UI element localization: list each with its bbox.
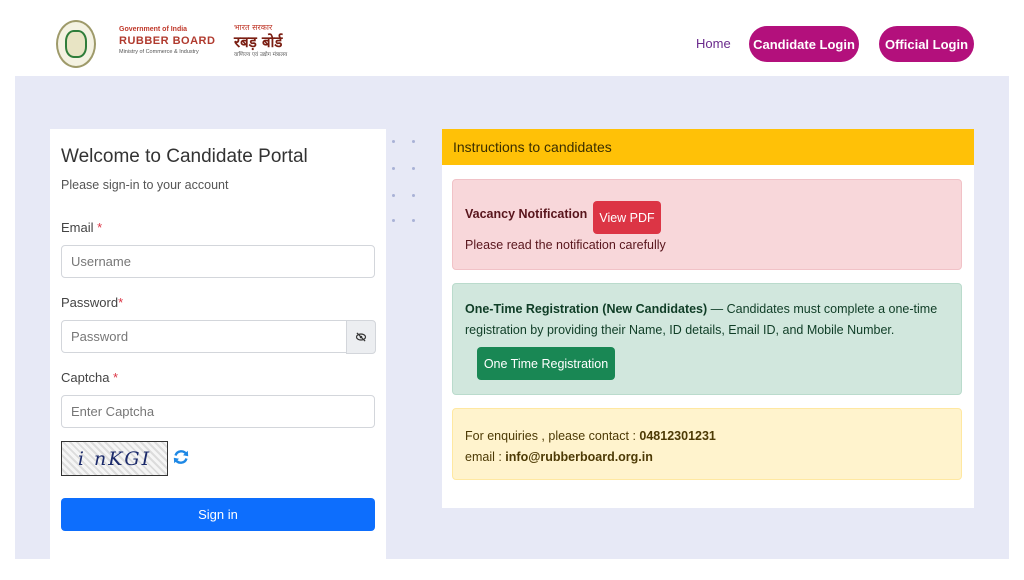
toggle-password-button[interactable] [346, 320, 376, 354]
required-mark: * [97, 220, 103, 235]
password-group [61, 320, 376, 354]
view-pdf-button[interactable]: View PDF [593, 201, 661, 234]
sign-in-button[interactable]: Sign in [61, 498, 375, 531]
refresh-captcha-icon[interactable] [171, 447, 191, 467]
instructions-card: Instructions to candidates Vacancy Notif… [442, 129, 974, 508]
rubber-board-emblem-logo[interactable] [56, 20, 96, 68]
otr-alert: One-Time Registration (New Candidates) —… [452, 283, 962, 395]
email-label: Email * [61, 220, 102, 235]
enquiry-alert: For enquiries , please contact : 0481230… [452, 408, 962, 480]
email-label-text: Email [61, 220, 94, 235]
brand-hindi: भारत सरकार रबड़ बोर्ड वाणिज्य एवं उद्योग… [234, 23, 287, 59]
brand-name-text: RUBBER BOARD [119, 35, 216, 47]
captcha-input[interactable] [61, 395, 375, 428]
top-header: Government of India RUBBER BOARD Ministr… [0, 0, 1024, 76]
instructions-title: Instructions to candidates [453, 139, 612, 155]
brand-english: Government of India RUBBER BOARD Ministr… [119, 25, 215, 56]
brand-gov-text: Government of India [119, 26, 188, 33]
decorative-dots [392, 140, 420, 228]
captcha-image: i nKGI [61, 441, 168, 476]
captcha-text: i nKGI [77, 447, 152, 470]
required-mark: * [113, 370, 119, 385]
brand-ministry-text: Ministry of Commerce & Industry [119, 49, 199, 55]
brand-hi-gov-text: भारत सरकार [234, 23, 273, 32]
login-card: Welcome to Candidate Portal Please sign-… [50, 129, 386, 559]
email-input[interactable] [61, 245, 375, 278]
otr-title: One-Time Registration (New Candidates) [465, 302, 708, 316]
official-login-button[interactable]: Official Login [879, 26, 974, 62]
enquiry-email[interactable]: info@rubberboard.org.in [505, 450, 653, 464]
login-title: Welcome to Candidate Portal [61, 146, 308, 167]
enquiry-text: For enquiries , please contact : 0481230… [465, 426, 716, 468]
vacancy-note: Please read the notification carefully [465, 238, 666, 252]
eye-slash-icon [355, 332, 367, 342]
one-time-registration-button[interactable]: One Time Registration [477, 347, 615, 380]
captcha-label-text: Captcha [61, 370, 110, 385]
vacancy-title: Vacancy Notification [465, 207, 588, 221]
candidate-login-button[interactable]: Candidate Login [749, 26, 859, 62]
required-mark: * [118, 295, 124, 310]
password-label: Password* [61, 295, 123, 310]
brand-hi-name-text: रबड़ बोर्ड [234, 33, 283, 51]
password-label-text: Password [61, 295, 119, 310]
enquiry-phone: 04812301231 [639, 429, 716, 443]
otr-description: One-Time Registration (New Candidates) —… [465, 299, 955, 341]
enquiry-contact-label: For enquiries , please contact : [465, 429, 640, 443]
login-subtitle: Please sign-in to your account [61, 178, 229, 192]
instructions-header: Instructions to candidates [442, 129, 974, 165]
enquiry-email-label: email : [465, 450, 506, 464]
nav-home-link[interactable]: Home [696, 36, 731, 51]
vacancy-notification-alert: Vacancy Notification View PDF Please rea… [452, 179, 962, 270]
brand-hi-ministry-text: वाणिज्य एवं उद्योग मंत्रालय [234, 52, 288, 58]
captcha-label: Captcha * [61, 370, 118, 385]
password-input[interactable] [61, 320, 347, 353]
